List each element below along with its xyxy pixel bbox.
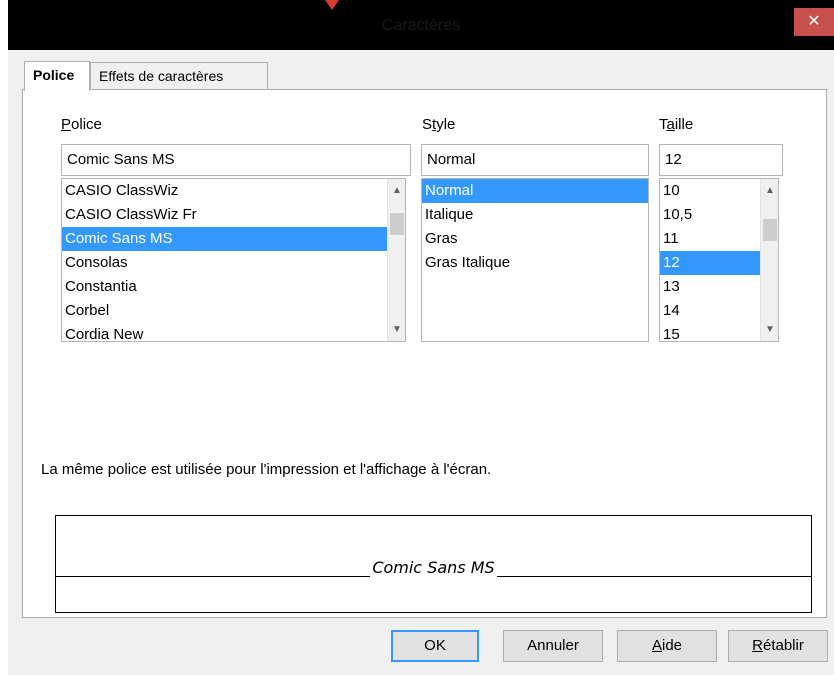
- size-list-scroll-thumb[interactable]: [763, 219, 777, 241]
- font-preview: Comic Sans MS: [55, 515, 812, 613]
- font-label-mnemonic: P: [61, 116, 72, 133]
- chevron-down-icon[interactable]: ▼: [388, 324, 405, 335]
- preview-text-wrap: Comic Sans MS: [56, 558, 811, 577]
- font-name-list[interactable]: CASIO ClassWiz CASIO ClassWiz Fr Comic S…: [61, 178, 406, 342]
- preview-text: Comic Sans MS: [370, 558, 497, 577]
- font-option-2[interactable]: Comic Sans MS: [62, 227, 405, 251]
- tab-effets-de-caracteres[interactable]: Effets de caractères: [90, 62, 268, 90]
- style-input[interactable]: Normal: [421, 144, 649, 176]
- reset-mnemonic: R: [752, 637, 763, 654]
- font-label-rest: olice: [71, 116, 102, 133]
- cancel-button[interactable]: Annuler: [503, 630, 603, 662]
- size-label-pre: T: [659, 116, 667, 133]
- reset-rest: établir: [762, 637, 804, 654]
- font-option-5[interactable]: Corbel: [62, 299, 405, 323]
- style-list[interactable]: Normal Italique Gras Gras Italique: [421, 178, 649, 342]
- font-list-scroll-thumb[interactable]: [390, 213, 404, 235]
- font-option-3[interactable]: Consolas: [62, 251, 405, 275]
- size-label: Taille: [659, 116, 693, 133]
- reset-button[interactable]: Rétablir: [728, 630, 828, 662]
- chevron-up-icon[interactable]: ▲: [388, 185, 405, 196]
- style-option-2[interactable]: Gras: [422, 227, 648, 251]
- window-title: Caractères: [381, 17, 461, 34]
- font-dialog: Caractères ✕ Police Effets de caractères…: [8, 0, 834, 675]
- font-list-items: CASIO ClassWiz CASIO ClassWiz Fr Comic S…: [62, 179, 405, 341]
- tab-panel: Police Comic Sans MS CASIO ClassWiz CASI…: [22, 89, 827, 618]
- size-label-rest: ille: [674, 116, 694, 133]
- font-option-4[interactable]: Constantia: [62, 275, 405, 299]
- chevron-down-icon[interactable]: ▼: [761, 324, 778, 335]
- style-option-3[interactable]: Gras Italique: [422, 251, 648, 275]
- ok-button[interactable]: OK: [391, 630, 479, 662]
- style-option-0[interactable]: Normal: [422, 179, 648, 203]
- size-list[interactable]: 10 10,5 11 12 13 14 15 ▲ ▼: [659, 178, 779, 342]
- help-rest: ide: [661, 637, 683, 654]
- font-option-0[interactable]: CASIO ClassWiz: [62, 179, 405, 203]
- font-label: Police: [61, 116, 102, 133]
- style-list-items: Normal Italique Gras Gras Italique: [422, 179, 648, 275]
- tab-police[interactable]: Police: [24, 61, 90, 91]
- font-info-text: La même police est utilisée pour l'impre…: [41, 461, 492, 478]
- font-list-scrollbar[interactable]: ▲ ▼: [387, 179, 405, 341]
- close-button[interactable]: ✕: [794, 8, 834, 36]
- size-input[interactable]: 12: [659, 144, 783, 176]
- size-label-mnemonic: a: [666, 116, 675, 133]
- style-label-pre: S: [422, 116, 433, 133]
- title-bar[interactable]: Caractères ✕: [8, 0, 834, 50]
- style-label: Style: [422, 116, 455, 133]
- size-list-scrollbar[interactable]: ▲ ▼: [760, 179, 778, 341]
- font-option-1[interactable]: CASIO ClassWiz Fr: [62, 203, 405, 227]
- style-label-rest: yle: [436, 116, 456, 133]
- font-name-input[interactable]: Comic Sans MS: [61, 144, 411, 176]
- style-option-1[interactable]: Italique: [422, 203, 648, 227]
- font-option-6[interactable]: Cordia New: [62, 323, 405, 341]
- help-mnemonic: A: [651, 637, 662, 654]
- pointer-marker: [325, 0, 339, 10]
- help-button[interactable]: Aide: [617, 630, 717, 662]
- chevron-up-icon[interactable]: ▲: [761, 185, 778, 196]
